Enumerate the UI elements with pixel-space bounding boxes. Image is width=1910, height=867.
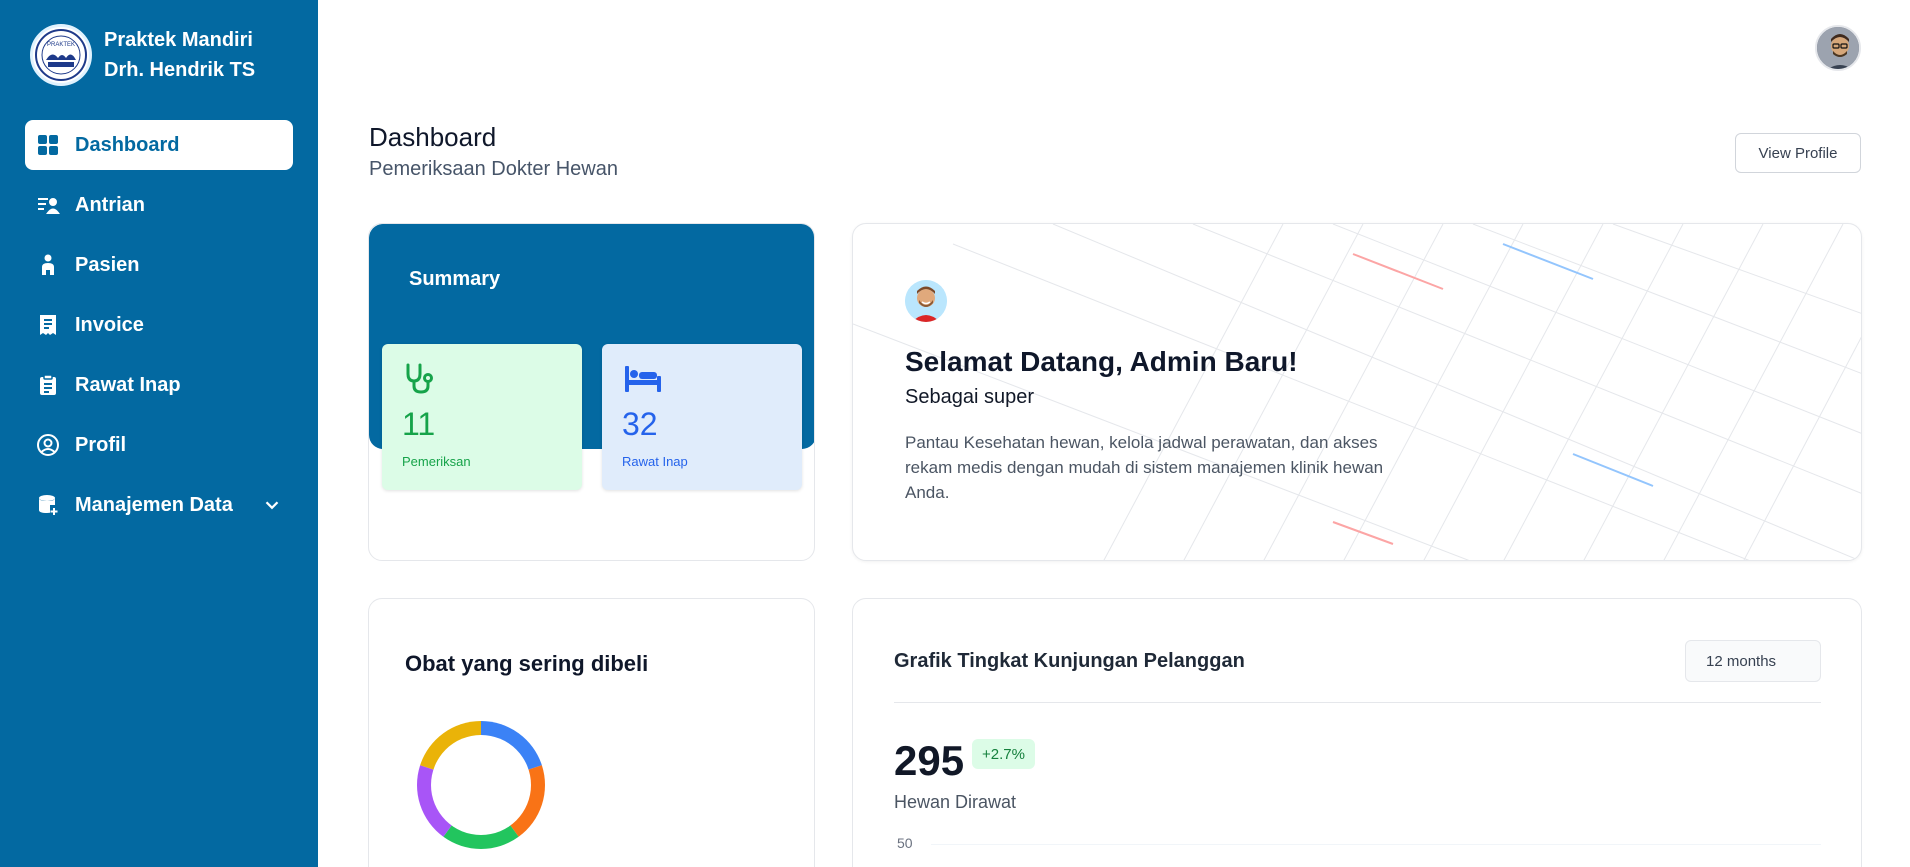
brand-name-line2: Drh. Hendrik TS	[104, 59, 256, 81]
period-select-button[interactable]: 12 months	[1685, 640, 1821, 682]
sidebar: PRAKTEK Praktek Mandiri Drh. Hendrik TS …	[0, 0, 318, 867]
y-axis-tick: 50	[897, 835, 913, 851]
queue-list-icon	[35, 192, 61, 218]
welcome-role: Sebagai super	[905, 386, 1034, 408]
sidebar-item-label: Invoice	[75, 313, 144, 336]
admin-avatar	[905, 280, 947, 322]
sidebar-item-label: Pasien	[75, 253, 140, 276]
page-subtitle: Pemeriksaan Dokter Hewan	[369, 158, 618, 180]
sidebar-item-label: Rawat Inap	[75, 373, 181, 396]
growth-badge: +2.7%	[972, 739, 1035, 769]
stethoscope-icon	[406, 363, 433, 394]
welcome-description: Pantau Kesehatan hewan, kelola jadwal pe…	[905, 433, 1384, 502]
clipboard-icon	[35, 372, 61, 398]
chevron-down-icon[interactable]	[261, 494, 283, 516]
summary-card: Summary 11 Pemeriksan 32 Rawat Inap	[368, 223, 815, 561]
svg-text:PRAKTEK: PRAKTEK	[47, 42, 75, 48]
y-gridline	[931, 844, 1821, 845]
clinic-logo-icon: PRAKTEK	[30, 24, 92, 86]
sidebar-item-label: Profil	[75, 433, 127, 456]
receipt-icon	[35, 312, 61, 338]
total-visits-label: Hewan Dirawat	[894, 792, 1017, 812]
grafik-title: Grafik Tingkat Kunjungan Pelanggan	[894, 650, 1245, 672]
sidebar-item-invoice[interactable]: Invoice	[25, 300, 293, 350]
page-title: Dashboard	[369, 122, 497, 152]
obat-title: Obat yang sering dibeli	[405, 651, 649, 676]
donut-hole	[431, 735, 531, 835]
sidebar-item-label: Dashboard	[75, 133, 180, 156]
obat-card: Obat yang sering dibeli	[368, 598, 815, 867]
sidebar-item-antrian[interactable]: Antrian	[25, 180, 293, 230]
stat-rawat-inap[interactable]: 32 Rawat Inap	[602, 344, 802, 490]
sidebar-item-label: Antrian	[75, 193, 145, 216]
patient-icon	[35, 252, 61, 278]
stat-label: Pemeriksan	[402, 454, 471, 469]
summary-title: Summary	[409, 268, 501, 290]
stat-value: 11	[402, 406, 436, 442]
brand-name-line1: Praktek Mandiri	[104, 29, 253, 51]
brand[interactable]: PRAKTEK Praktek Mandiri Drh. Hendrik TS	[30, 24, 255, 86]
grafik-card: Grafik Tingkat Kunjungan Pelanggan 12 mo…	[852, 598, 1862, 867]
view-profile-button[interactable]: View Profile	[1735, 133, 1861, 173]
sidebar-item-pasien[interactable]: Pasien	[25, 240, 293, 290]
sidebar-item-profil[interactable]: Profil	[25, 420, 293, 470]
stat-label: Rawat Inap	[622, 454, 688, 469]
sidebar-item-rawat-inap[interactable]: Rawat Inap	[25, 360, 293, 410]
welcome-card: Selamat Datang, Admin Baru! Sebagai supe…	[852, 223, 1862, 561]
stat-value: 32	[622, 406, 658, 442]
welcome-title: Selamat Datang, Admin Baru!	[905, 346, 1298, 377]
user-circle-icon	[35, 432, 61, 458]
sidebar-item-dashboard[interactable]: Dashboard	[25, 120, 293, 170]
divider	[894, 702, 1821, 703]
stat-pemeriksaan[interactable]: 11 Pemeriksan	[382, 344, 582, 490]
user-avatar[interactable]	[1815, 25, 1861, 71]
sidebar-nav: Dashboard Antrian Pasien Invoice Rawat I…	[25, 120, 293, 540]
obat-donut-chart[interactable]	[405, 709, 557, 861]
bed-icon	[625, 366, 661, 392]
sidebar-item-label: Manajemen Data	[75, 493, 233, 516]
total-visits-value: 295	[894, 737, 965, 784]
database-icon	[35, 492, 61, 518]
dashboard-grid-icon	[35, 132, 61, 158]
sidebar-item-manajemen-data[interactable]: Manajemen Data	[25, 480, 293, 530]
